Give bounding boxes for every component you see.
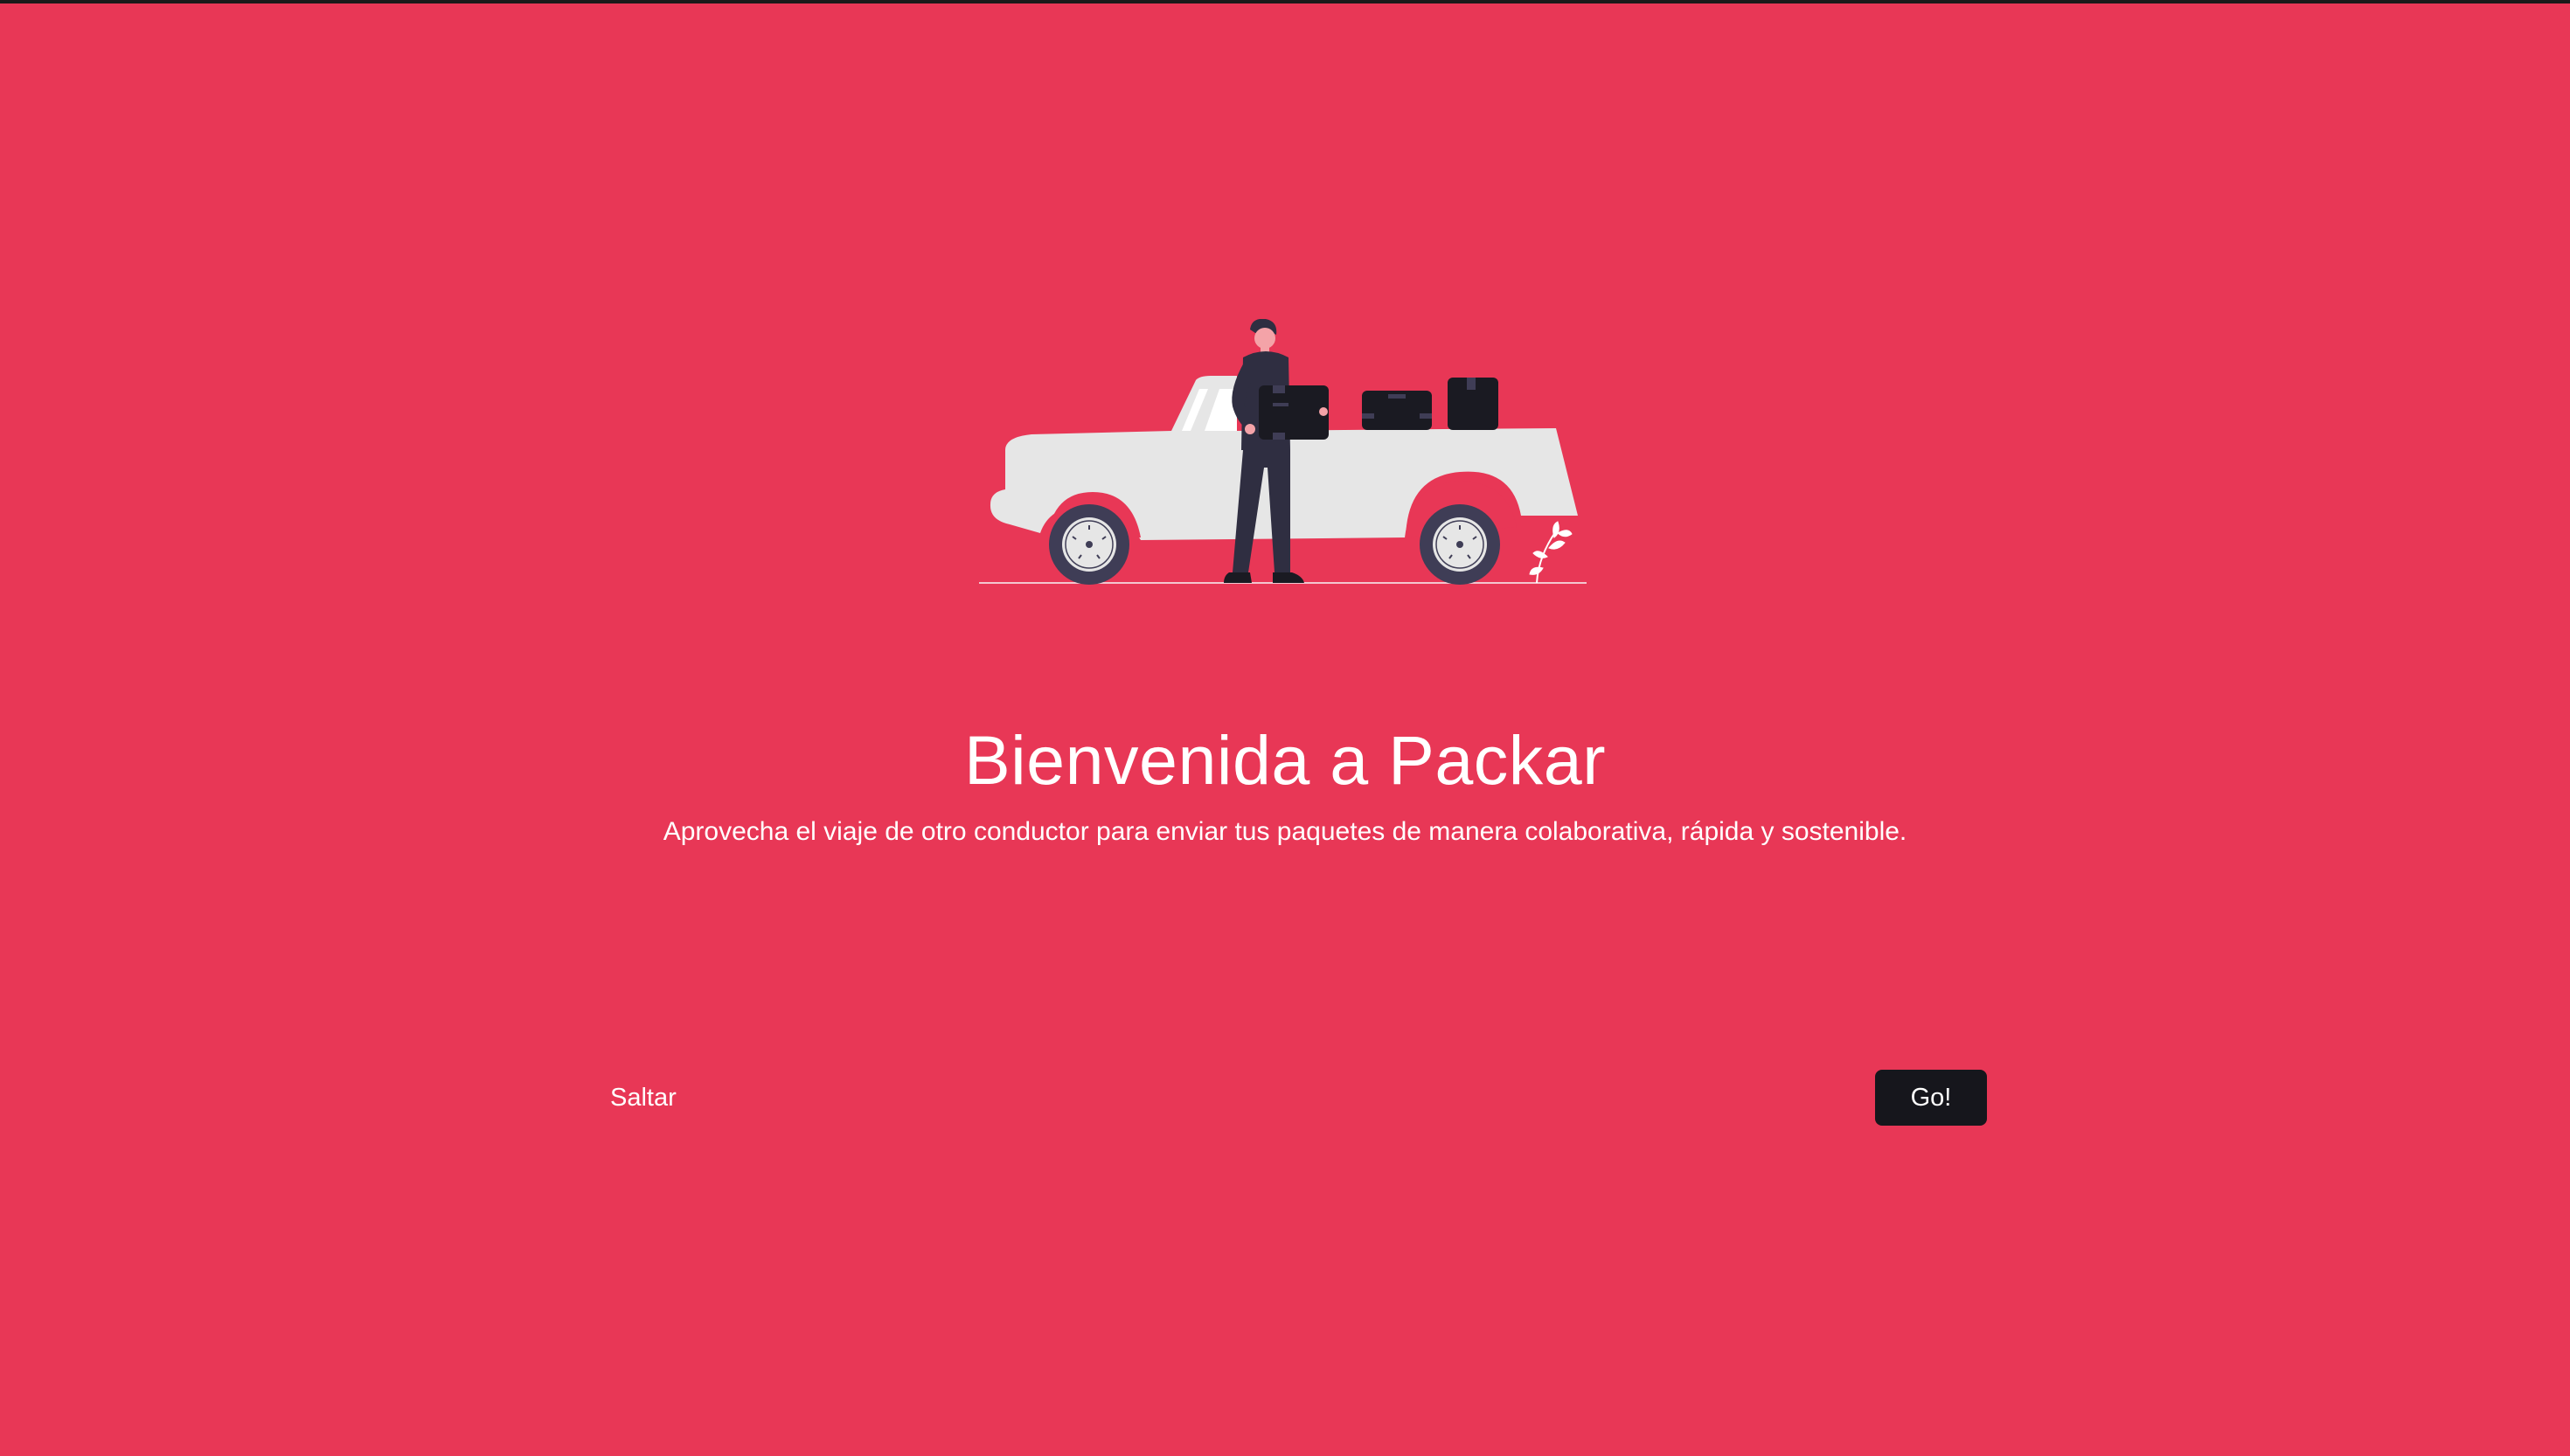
onboarding-screen: Bienvenida a Packar Aprovecha el viaje d… [0,0,2570,1456]
page-subtitle: Aprovecha el viaje de otro conductor par… [663,817,1907,846]
skip-button[interactable]: Saltar [601,1073,685,1122]
go-button[interactable]: Go! [1875,1070,1987,1126]
front-wheel [1049,504,1129,585]
page-title: Bienvenida a Packar [963,721,1607,799]
rear-wheel [1420,504,1500,585]
hero-illustration [970,319,1600,590]
cargo-boxes [1362,378,1498,430]
plant [1529,521,1573,584]
window-top-border [0,0,2570,3]
delivery-car-illustration-icon [979,319,1587,585]
